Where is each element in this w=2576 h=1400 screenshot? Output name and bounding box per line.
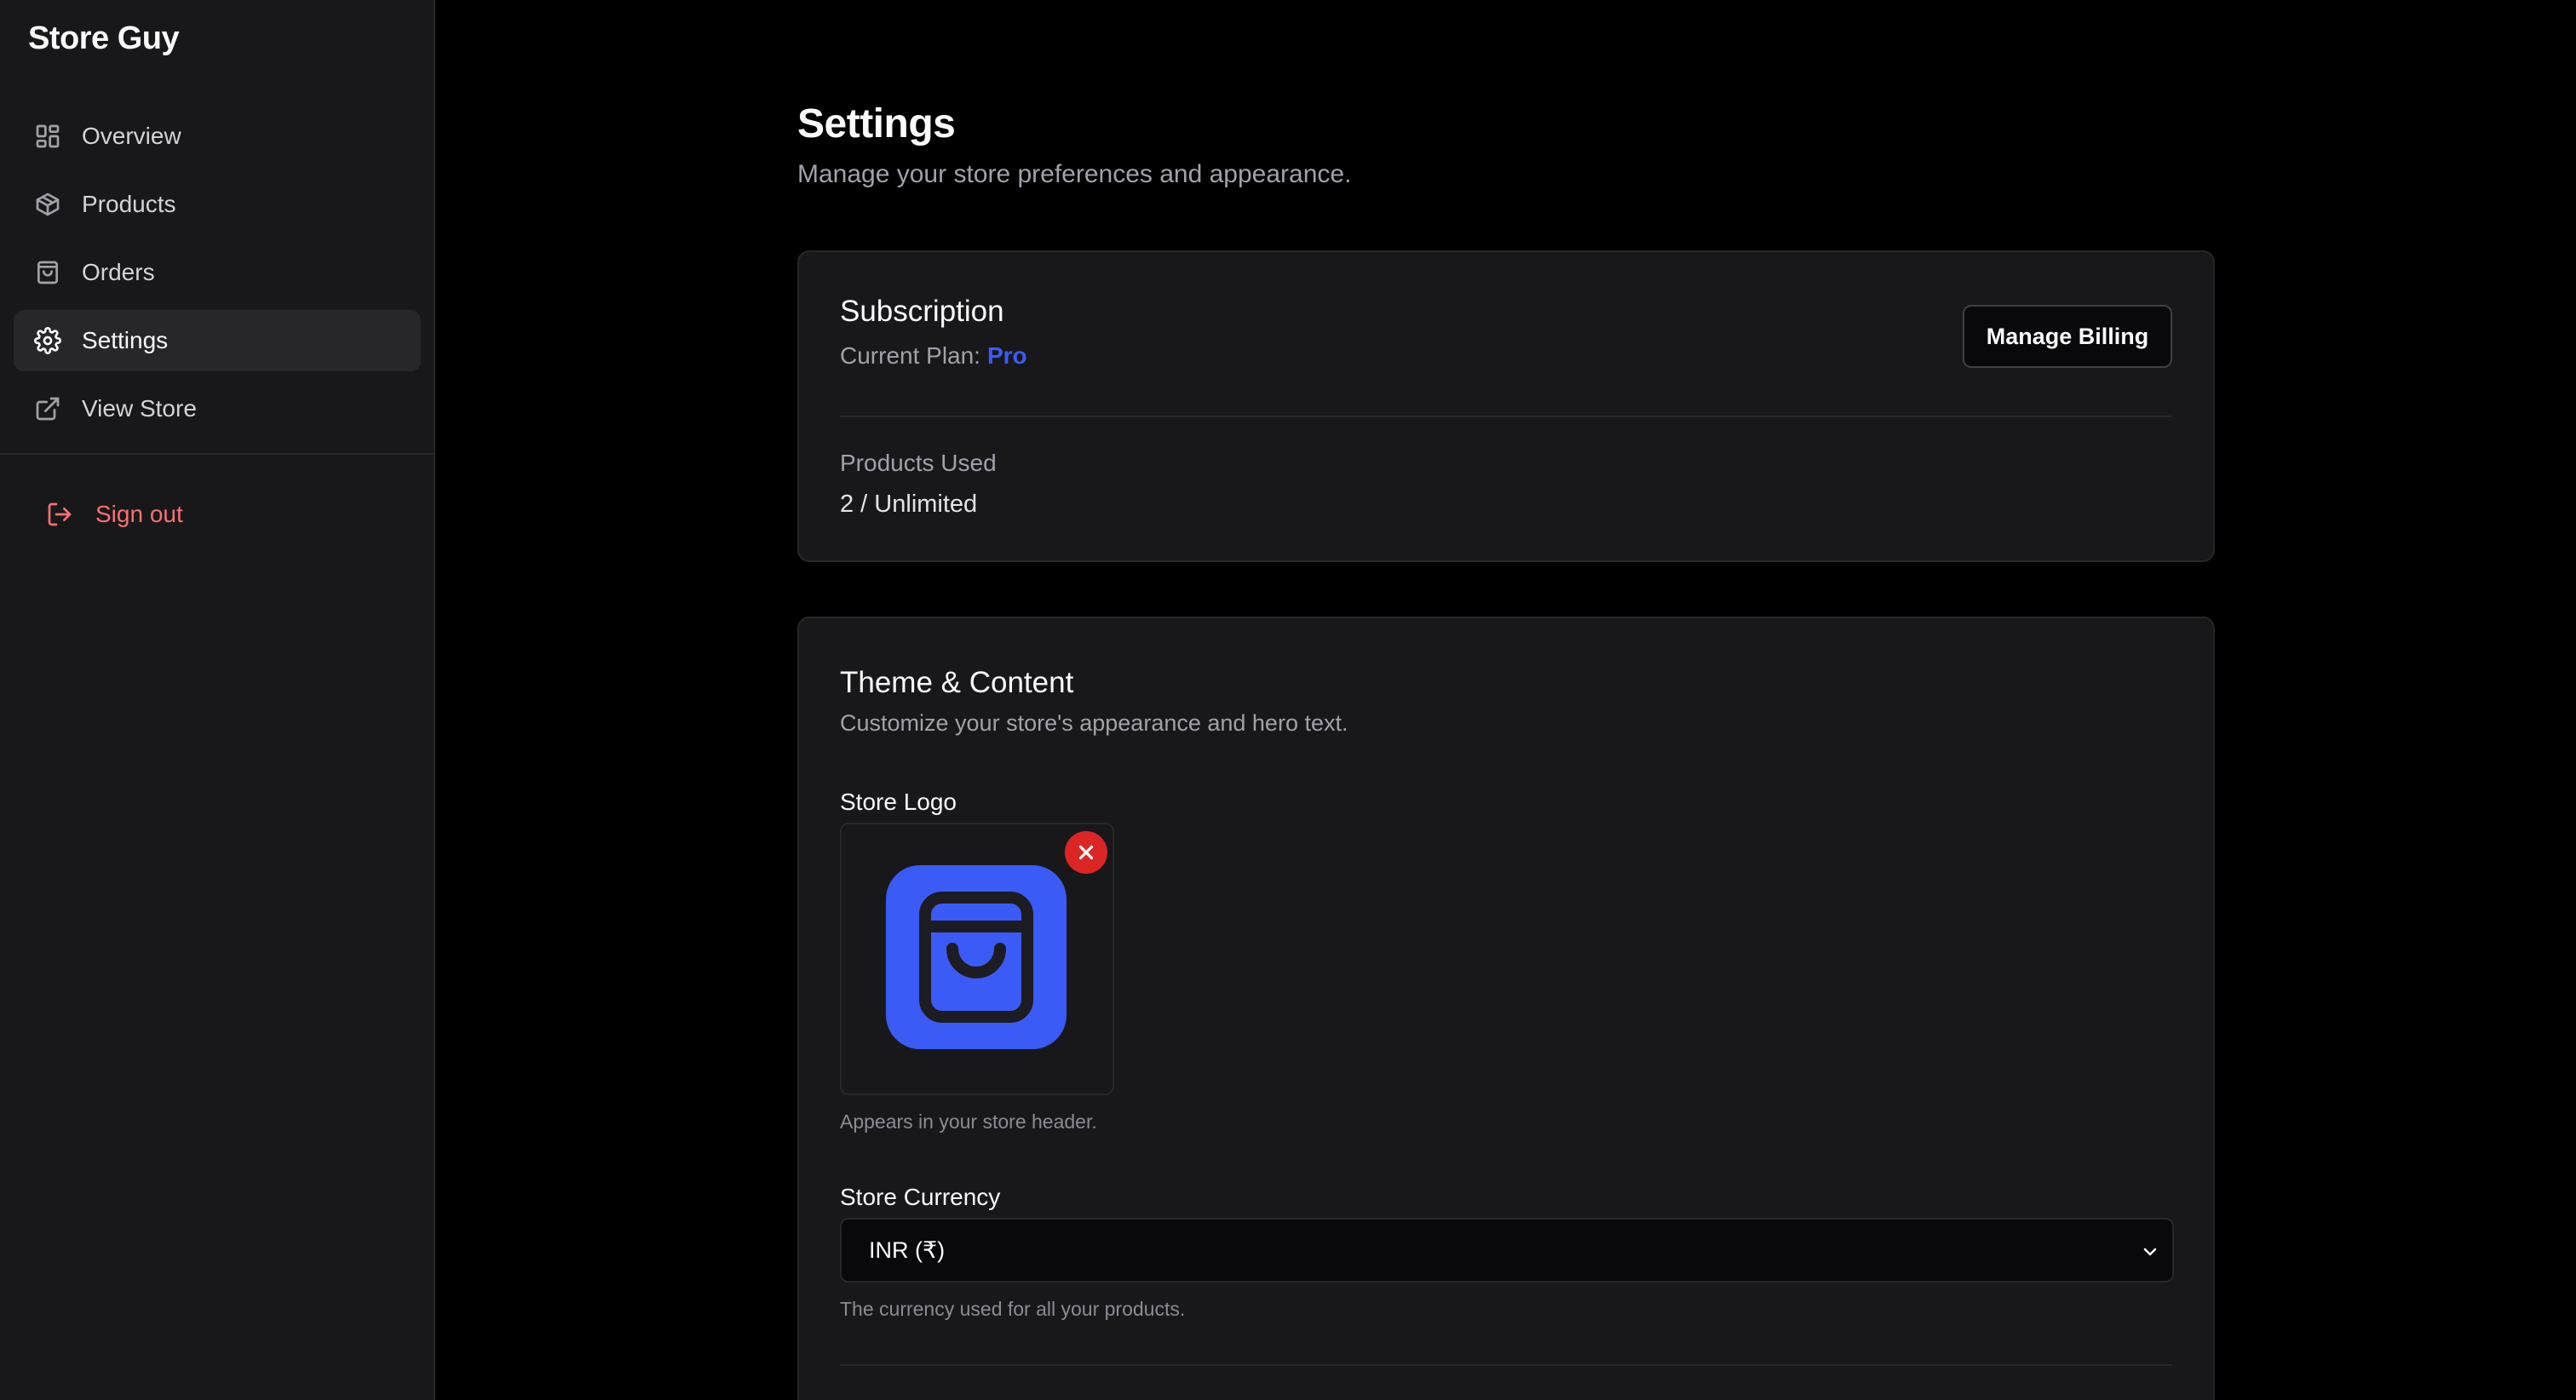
shopping-bag-icon bbox=[34, 259, 61, 286]
current-plan: Current Plan: Pro bbox=[840, 342, 1027, 370]
sidebar-nav: Overview Products Orders Settings View S… bbox=[14, 106, 421, 446]
sidebar-item-label: Orders bbox=[82, 259, 155, 285]
sidebar-item-orders[interactable]: Orders bbox=[14, 242, 421, 303]
products-used-value: 2 / Unlimited bbox=[840, 491, 978, 518]
sidebar-divider bbox=[0, 453, 434, 455]
chevron-down-icon bbox=[2140, 1242, 2160, 1262]
store-logo-label: Store Logo bbox=[840, 789, 957, 815]
close-icon bbox=[1078, 845, 1094, 860]
app-root: Store Guy Overview Products Orders Setti… bbox=[0, 0, 2576, 1400]
store-currency-hint: The currency used for all your products. bbox=[840, 1298, 1186, 1320]
plan-value: Pro bbox=[986, 342, 1027, 369]
subscription-title: Subscription bbox=[840, 295, 1004, 328]
sidebar-item-label: Settings bbox=[82, 327, 169, 353]
theme-content-card: Theme & Content Customize your store's a… bbox=[797, 617, 2215, 1400]
manage-billing-button[interactable]: Manage Billing bbox=[1963, 305, 2172, 368]
divider bbox=[840, 1364, 2172, 1366]
sidebar-item-overview[interactable]: Overview bbox=[14, 106, 421, 167]
brand-title: Store Guy bbox=[28, 20, 180, 56]
sidebar-item-view-store[interactable]: View Store bbox=[14, 378, 421, 439]
sidebar-item-settings[interactable]: Settings bbox=[14, 310, 421, 371]
sidebar: Store Guy Overview Products Orders Setti… bbox=[0, 0, 435, 1400]
gear-icon bbox=[34, 327, 61, 354]
page-subtitle: Manage your store preferences and appear… bbox=[797, 160, 1352, 188]
log-out-icon bbox=[46, 501, 73, 528]
store-currency-select[interactable]: INR (₹) bbox=[840, 1218, 2174, 1282]
sidebar-item-label: Overview bbox=[82, 123, 181, 149]
package-icon bbox=[34, 191, 61, 218]
sign-out-label: Sign out bbox=[95, 501, 183, 527]
store-logo-image bbox=[886, 865, 1067, 1049]
sidebar-item-label: Products bbox=[82, 191, 176, 217]
remove-logo-button[interactable] bbox=[1065, 831, 1107, 874]
sidebar-item-products[interactable]: Products bbox=[14, 174, 421, 235]
subscription-card: Subscription Current Plan: Pro Manage Bil… bbox=[797, 250, 2215, 562]
store-logo-upload[interactable] bbox=[840, 823, 1114, 1095]
sign-out-button[interactable]: Sign out bbox=[34, 484, 409, 545]
divider bbox=[840, 416, 2172, 417]
store-currency-value: INR (₹) bbox=[869, 1236, 946, 1263]
plan-label: Current Plan: bbox=[840, 342, 980, 369]
products-used-label: Products Used bbox=[840, 450, 997, 476]
theme-description: Customize your store's appearance and he… bbox=[840, 710, 1348, 736]
page-title: Settings bbox=[797, 101, 956, 146]
layout-grid-icon bbox=[34, 123, 61, 150]
store-logo-hint: Appears in your store header. bbox=[840, 1110, 1097, 1133]
sidebar-item-label: View Store bbox=[82, 395, 197, 422]
theme-title: Theme & Content bbox=[840, 666, 1074, 699]
store-currency-label: Store Currency bbox=[840, 1184, 1001, 1210]
external-link-icon bbox=[34, 395, 61, 422]
